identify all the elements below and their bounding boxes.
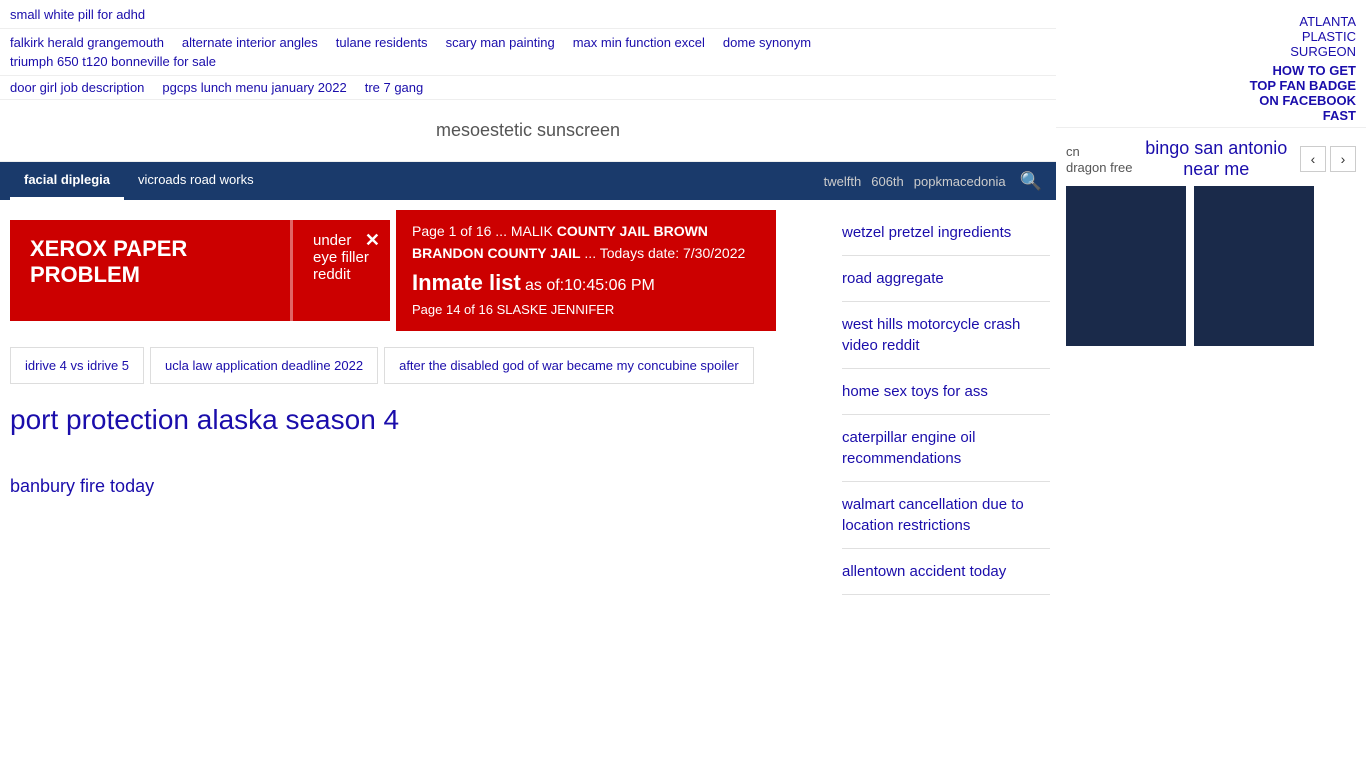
list-item-road-aggregate: road aggregate: [842, 256, 1050, 302]
nav-link-max-min[interactable]: max min function excel: [573, 35, 705, 50]
list-item-caterpillar: caterpillar engine oil recommendations: [842, 415, 1050, 482]
bingo-images: [1066, 186, 1356, 346]
alert-under-eye-text: under eye filler reddit: [313, 232, 369, 283]
inmate-page-info: Page 1 of 16 ... MALIK COUNTY JAIL BROWN…: [412, 220, 760, 265]
nav-link-tulane[interactable]: tulane residents: [336, 35, 428, 50]
blue-nav-bar: facial diplegia vicroads road works twel…: [0, 162, 1056, 200]
bingo-title-nav: bingo san antonio near me: [1133, 138, 1301, 180]
alert-left-text[interactable]: XEROX PAPER PROBLEM: [10, 220, 290, 321]
right-top-links: ATLANTA PLASTIC SURGEON HOW TO GET TOP F…: [1056, 10, 1366, 128]
sidebar-link-west-hills[interactable]: west hills motorcycle crash video reddit: [842, 314, 1050, 356]
bingo-image-2[interactable]: [1194, 186, 1314, 346]
bingo-title[interactable]: bingo san antonio near me: [1145, 138, 1287, 179]
nav-right-popkmacedonia[interactable]: popkmacedonia: [914, 174, 1006, 189]
inmate-list-header: Inmate list as of:10:45:06 PM: [412, 265, 760, 300]
sidebar-link-wetzel[interactable]: wetzel pretzel ingredients: [842, 222, 1050, 243]
port-protection-link[interactable]: port protection alaska season 4: [10, 404, 826, 436]
bingo-left: cn dragon free: [1066, 143, 1133, 175]
nav-link-interior-angles[interactable]: alternate interior angles: [182, 35, 318, 50]
nav-item-vicroads[interactable]: vicroads road works: [124, 162, 268, 200]
sidebar-link-road-aggregate[interactable]: road aggregate: [842, 268, 1050, 289]
tab-disabled-god[interactable]: after the disabled god of war became my …: [384, 347, 754, 384]
meso-section: mesoestetic sunscreen: [0, 100, 1056, 162]
close-icon[interactable]: ✕: [365, 230, 380, 251]
inmate-banner[interactable]: Page 1 of 16 ... MALIK COUNTY JAIL BROWN…: [396, 210, 776, 331]
tabs-row: idrive 4 vs idrive 5 ucla law applicatio…: [10, 347, 826, 384]
search-icon[interactable]: 🔍: [1016, 167, 1046, 196]
meso-text: mesoestetic sunscreen: [436, 120, 620, 140]
bingo-subtitle2: dragon free: [1066, 160, 1133, 175]
top-title-link[interactable]: small white pill for adhd: [10, 7, 145, 22]
inmate-time: as of:10:45:06 PM: [525, 277, 655, 294]
list-item-allentown: allentown accident today: [842, 549, 1050, 595]
tab-ucla[interactable]: ucla law application deadline 2022: [150, 347, 378, 384]
right-link-plastic[interactable]: PLASTIC: [1066, 29, 1356, 44]
nav-link-dome[interactable]: dome synonym: [723, 35, 811, 50]
nav-link-pgcps[interactable]: pgcps lunch menu january 2022: [162, 80, 346, 95]
inmate-list-label: Inmate list: [412, 270, 521, 295]
bingo-navigation: ‹ ›: [1300, 146, 1356, 172]
list-item-wetzel: wetzel pretzel ingredients: [842, 210, 1050, 256]
nav-link-triumph[interactable]: triumph 650 t120 bonneville for sale: [10, 54, 216, 69]
alert-banner: XEROX PAPER PROBLEM under eye filler red…: [10, 220, 390, 321]
bingo-next-button[interactable]: ›: [1330, 146, 1356, 172]
inmate-page14: Page 14 of 16 SLASKE JENNIFER: [412, 300, 760, 321]
list-item-walmart: walmart cancellation due to location res…: [842, 482, 1050, 549]
right-link-top-fan-badge[interactable]: TOP FAN BADGE: [1066, 78, 1356, 93]
blue-nav-right: twelfth 606th popkmacedonia 🔍: [824, 167, 1046, 196]
nav-link-tre7[interactable]: tre 7 gang: [365, 80, 424, 95]
alert-xerox-text: XEROX PAPER PROBLEM: [30, 236, 187, 287]
sidebar-links: wetzel pretzel ingredients road aggregat…: [836, 200, 1056, 605]
bingo-subtitle1: cn: [1066, 144, 1080, 159]
right-column: ATLANTA PLASTIC SURGEON HOW TO GET TOP F…: [1056, 0, 1366, 605]
nav-row-1: falkirk herald grangemouth alternate int…: [0, 29, 1056, 76]
right-link-surgeon[interactable]: SURGEON: [1066, 44, 1356, 59]
right-link-fast[interactable]: FAST: [1066, 108, 1356, 123]
sidebar-link-walmart[interactable]: walmart cancellation due to location res…: [842, 494, 1050, 536]
right-link-on-facebook[interactable]: ON FACEBOOK: [1066, 93, 1356, 108]
sidebar-link-allentown[interactable]: allentown accident today: [842, 561, 1050, 582]
main-content: XEROX PAPER PROBLEM under eye filler red…: [0, 200, 1056, 605]
banbury-fire-link[interactable]: banbury fire today: [10, 476, 826, 497]
list-item-west-hills: west hills motorcycle crash video reddit: [842, 302, 1050, 369]
bingo-prev-button[interactable]: ‹: [1300, 146, 1326, 172]
bingo-header: cn dragon free bingo san antonio near me…: [1066, 138, 1356, 180]
right-link-atlanta[interactable]: ATLANTA: [1066, 14, 1356, 29]
sidebar-link-home-sex[interactable]: home sex toys for ass: [842, 381, 1050, 402]
sidebar-link-caterpillar[interactable]: caterpillar engine oil recommendations: [842, 427, 1050, 469]
list-item-home-sex: home sex toys for ass: [842, 369, 1050, 415]
tab-idrive[interactable]: idrive 4 vs idrive 5: [10, 347, 144, 384]
nav-link-scary-man[interactable]: scary man painting: [446, 35, 555, 50]
nav-right-twelfth[interactable]: twelfth: [824, 174, 862, 189]
right-link-how-to-get[interactable]: HOW TO GET: [1066, 63, 1356, 78]
nav-right-606th[interactable]: 606th: [871, 174, 904, 189]
bingo-image-1[interactable]: [1066, 186, 1186, 346]
sidebar-link-list: wetzel pretzel ingredients road aggregat…: [842, 210, 1050, 595]
nav-row-2: door girl job description pgcps lunch me…: [0, 76, 1056, 100]
nav-link-falkirk[interactable]: falkirk herald grangemouth: [10, 35, 164, 50]
bingo-section: cn dragon free bingo san antonio near me…: [1056, 128, 1366, 356]
nav-item-facial-diplegia[interactable]: facial diplegia: [10, 162, 124, 200]
nav-link-door-girl[interactable]: door girl job description: [10, 80, 144, 95]
